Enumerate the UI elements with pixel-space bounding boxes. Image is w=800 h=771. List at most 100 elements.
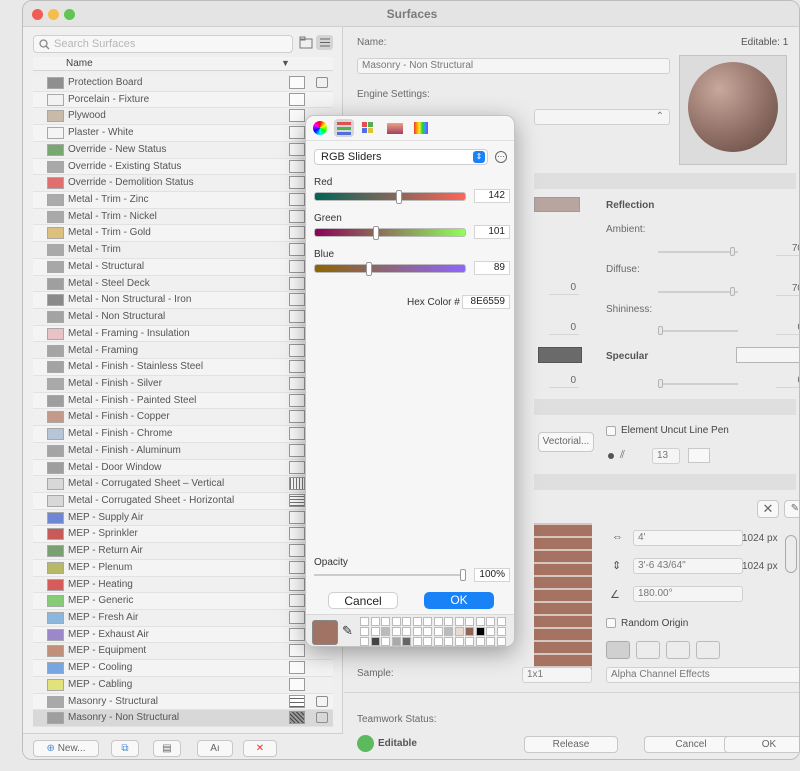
pen-number-field[interactable]: 13	[652, 448, 680, 464]
list-item[interactable]: Metal - Framing - Insulation	[33, 325, 333, 343]
current-color-swatch[interactable]	[312, 620, 338, 645]
left-value-3[interactable]: 0	[549, 373, 579, 388]
blue-slider[interactable]	[314, 262, 466, 276]
specular-slider[interactable]	[658, 379, 738, 388]
diffuse-slider[interactable]	[658, 287, 738, 296]
color-swatch-cell[interactable]	[370, 627, 380, 636]
color-swatch-cell[interactable]	[475, 627, 485, 636]
list-item[interactable]: MEP - Cabling	[33, 676, 333, 694]
color-swatch-cell[interactable]	[433, 637, 443, 646]
more-options-icon[interactable]: ···	[495, 151, 507, 163]
green-slider[interactable]	[314, 226, 466, 240]
color-swatch-cell[interactable]	[444, 627, 453, 636]
vectorial-button[interactable]: Vectorial...	[538, 432, 594, 452]
hex-field[interactable]: 8E6559	[462, 295, 510, 309]
color-swatch-cell[interactable]	[402, 637, 411, 646]
color-swatch-cell[interactable]	[454, 637, 464, 646]
color-swatch-cell[interactable]	[402, 627, 411, 636]
ambient-value[interactable]: 70	[776, 241, 799, 256]
list-item[interactable]: MEP - Return Air	[33, 543, 333, 560]
color-swatch-cell[interactable]	[423, 617, 432, 626]
list-item[interactable]: MEP - Exhaust Air	[33, 626, 333, 644]
color-swatch-cell[interactable]	[391, 637, 401, 646]
list-item[interactable]: Protection Board	[33, 75, 333, 92]
list-item[interactable]: Override - Demolition Status	[33, 175, 333, 192]
folder-view-icon[interactable]	[299, 36, 313, 50]
color-swatch-cell[interactable]	[465, 627, 474, 636]
list-item[interactable]: Override - New Status	[33, 141, 333, 159]
list-item[interactable]: Porcelain - Fixture	[33, 91, 333, 109]
texture-width-field[interactable]: 4'	[633, 530, 743, 546]
color-swatch-cell[interactable]	[475, 637, 485, 646]
list-item[interactable]: Metal - Trim - Gold	[33, 225, 333, 243]
color-wheel-mode[interactable]	[310, 119, 330, 137]
color-swatch-cell[interactable]	[423, 637, 432, 646]
texture-file-icon[interactable]	[316, 712, 328, 724]
list-item[interactable]: Metal - Finish - Silver	[33, 375, 333, 393]
texture-file-icon[interactable]	[316, 695, 328, 707]
list-item[interactable]: Override - Existing Status	[33, 158, 333, 176]
color-swatch-cell[interactable]	[391, 617, 401, 626]
color-swatch-cell[interactable]	[412, 617, 422, 626]
pen-radio[interactable]	[608, 453, 614, 459]
list-item[interactable]: Metal - Structural	[33, 258, 333, 276]
color-swatch-cell[interactable]	[402, 617, 411, 626]
color-swatch-cell[interactable]	[412, 627, 422, 636]
palettes-mode[interactable]	[358, 119, 378, 137]
list-header[interactable]: Name ▼	[33, 57, 333, 71]
specular-color-swatch[interactable]	[736, 347, 799, 363]
list-item[interactable]: MEP - Fresh Air	[33, 610, 333, 627]
color-swatch-cell[interactable]	[486, 617, 495, 626]
pen-color-swatch[interactable]	[688, 448, 710, 463]
color-swatch-cell[interactable]	[423, 627, 432, 636]
rename-button[interactable]: Aı	[197, 740, 233, 757]
color-swatch-cell[interactable]	[496, 637, 506, 646]
color-swatch-cell[interactable]	[370, 617, 380, 626]
color-swatch-cell[interactable]	[454, 627, 464, 636]
shininess-value[interactable]: 0	[776, 320, 799, 335]
color-swatch-cell[interactable]	[496, 627, 506, 636]
list-item[interactable]: MEP - Heating	[33, 576, 333, 594]
color-swatch-cell[interactable]	[412, 637, 422, 646]
list-item[interactable]: Metal - Trim	[33, 242, 333, 259]
color-swatch-cell[interactable]	[433, 627, 443, 636]
surface-color-swatch[interactable]	[534, 197, 580, 212]
color-swatch-cell[interactable]	[486, 627, 495, 636]
eyedropper-icon[interactable]: ✎	[342, 623, 353, 639]
texture-angle-field[interactable]: 180.00°	[633, 586, 743, 602]
color-swatch-cell[interactable]	[370, 637, 380, 646]
specular-value[interactable]: 0	[776, 373, 799, 388]
list-item[interactable]: Plaster - White	[33, 125, 333, 142]
import-button[interactable]: ▤	[153, 740, 181, 757]
red-value-field[interactable]: 142	[474, 189, 510, 203]
list-view-icon[interactable]	[316, 35, 333, 50]
color-swatch-cell[interactable]	[444, 637, 453, 646]
opacity-slider[interactable]	[314, 569, 466, 581]
list-item[interactable]: Metal - Corrugated Sheet – Vertical	[33, 476, 333, 493]
list-item[interactable]: Metal - Trim - Zinc	[33, 192, 333, 209]
list-item[interactable]: Metal - Finish - Stainless Steel	[33, 359, 333, 376]
list-item[interactable]: Metal - Finish - Painted Steel	[33, 392, 333, 410]
texture-file-icon[interactable]	[316, 77, 328, 88]
sample-dropdown[interactable]: 1x1	[522, 667, 592, 683]
color-swatch-cell[interactable]	[475, 617, 485, 626]
ok-button[interactable]: OK	[724, 736, 799, 753]
mirror-option-4[interactable]	[696, 641, 720, 659]
mirror-option-2[interactable]	[636, 641, 660, 659]
search-input[interactable]: Search Surfaces	[33, 35, 293, 53]
blue-value-field[interactable]: 89	[474, 261, 510, 275]
color-swatch-cell[interactable]	[381, 637, 390, 646]
color-swatch-cell[interactable]	[360, 617, 369, 626]
texture-height-field[interactable]: 3'-6 43/64"	[633, 558, 743, 574]
list-item[interactable]: Metal - Door Window	[33, 459, 333, 477]
release-button[interactable]: Release	[524, 736, 618, 753]
color-swatch-cell[interactable]	[360, 627, 369, 636]
shininess-slider[interactable]	[658, 326, 738, 335]
list-item[interactable]: Metal - Finish - Copper	[33, 409, 333, 427]
color-swatch-cell[interactable]	[444, 617, 453, 626]
list-item[interactable]: Metal - Trim - Nickel	[33, 208, 333, 226]
surface-name-field[interactable]: Masonry - Non Structural	[357, 58, 670, 74]
sliders-mode[interactable]	[334, 119, 354, 137]
color-swatch-cell[interactable]	[391, 627, 401, 636]
emission-color-swatch[interactable]	[538, 347, 582, 363]
